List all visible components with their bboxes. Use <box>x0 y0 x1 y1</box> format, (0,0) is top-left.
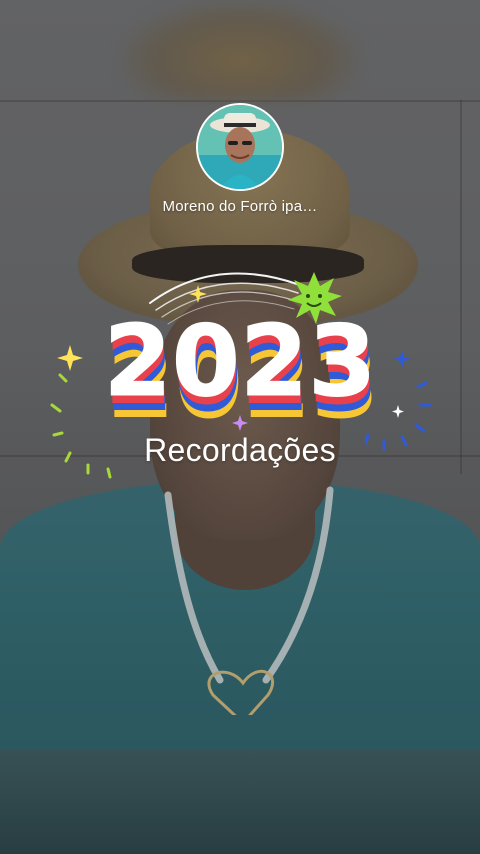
year-text-group: 2023 2023 2023 2023 <box>103 305 379 442</box>
profile-name[interactable]: Moreno do Forrò ipa… <box>0 198 480 215</box>
avatar[interactable] <box>196 103 284 191</box>
story-viewer[interactable]: Moreno do Forrò ipa… 2023 2023 2023 2023… <box>0 0 480 854</box>
profile-photo-icon <box>198 105 282 189</box>
year-text: 2023 <box>104 305 377 419</box>
recap-subtitle: Recordações <box>144 432 336 468</box>
